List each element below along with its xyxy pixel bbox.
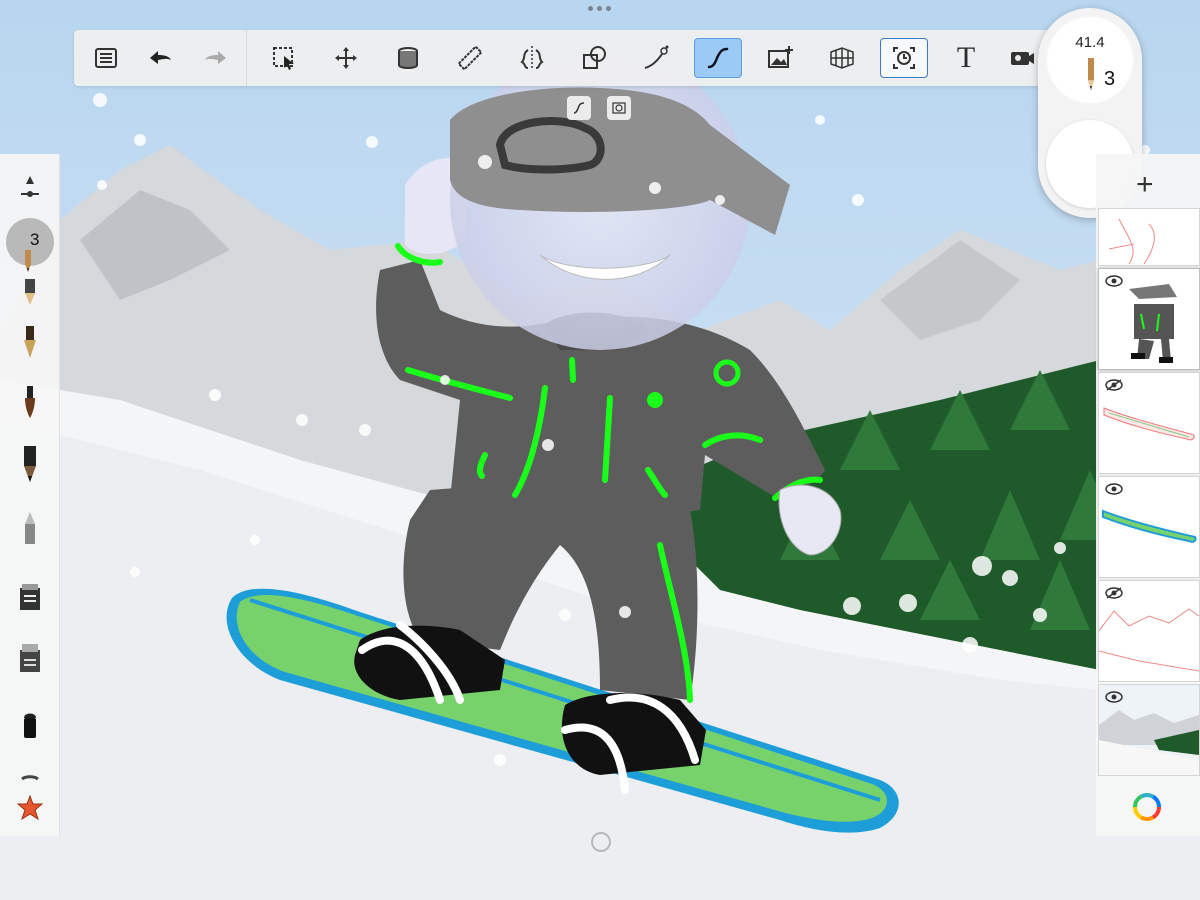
selection-icon [273, 47, 294, 70]
eye-hidden-icon[interactable] [1105, 379, 1123, 391]
brush-settings-puck[interactable]: 41.4 3 [1046, 16, 1134, 104]
menu-icon [95, 48, 117, 68]
redo-icon [205, 51, 226, 64]
size-adjust-icon [21, 176, 39, 197]
brush-marker[interactable] [10, 444, 50, 484]
blender-icon [20, 584, 40, 610]
opacity-value: 41.4 [1075, 34, 1105, 51]
layer-mountain-lines[interactable] [1098, 580, 1200, 682]
selection-button[interactable] [260, 38, 308, 78]
canvas-center-indicator [591, 832, 611, 852]
eye-icon[interactable] [1105, 691, 1123, 703]
smudge-icon [21, 775, 39, 781]
transform-icon [335, 47, 357, 69]
stroke-settings-icon [612, 102, 626, 114]
current-brush-size-value: 3 [30, 230, 40, 249]
stroke-button[interactable] [632, 38, 680, 78]
predictive-stroke-icon [573, 102, 585, 114]
brush-blender[interactable] [10, 576, 50, 616]
stroke-options [567, 94, 635, 122]
marker-icon [24, 446, 36, 482]
add-image-icon [768, 46, 793, 68]
time-lapse-button[interactable] [880, 38, 928, 78]
stroke-settings-option[interactable] [607, 96, 631, 120]
predictive-stroke-option[interactable] [567, 96, 591, 120]
layer-board-outline[interactable] [1098, 372, 1200, 474]
transform-button[interactable] [322, 38, 370, 78]
star-icon [17, 795, 43, 821]
brush-paintbrush[interactable] [10, 382, 50, 422]
predictive-stroke-button[interactable] [694, 38, 742, 78]
layer-character[interactable] [1098, 268, 1200, 370]
paintbrush-icon [25, 386, 35, 418]
zipper-pull [647, 392, 663, 408]
fill-button[interactable] [384, 38, 432, 78]
layer-board-color[interactable] [1098, 476, 1200, 578]
brush-pencil[interactable] [10, 272, 50, 312]
perspective-button[interactable] [818, 38, 866, 78]
stroke-icon [644, 45, 669, 69]
brush-size-value: 3 [1104, 68, 1116, 90]
toolbar-grabber[interactable] [588, 6, 614, 16]
symmetry-icon [520, 46, 544, 70]
symmetry-button[interactable] [508, 38, 556, 78]
shapes-icon [583, 46, 606, 69]
ink-pen-icon [24, 326, 36, 358]
main-toolbar: T [74, 30, 1050, 86]
text-icon: T [956, 41, 976, 74]
pencil-icon [1088, 58, 1094, 90]
pencil-icon [25, 250, 31, 272]
airbrush-icon [25, 512, 35, 544]
perspective-icon [830, 47, 854, 69]
eye-icon[interactable] [1105, 275, 1123, 287]
undo-icon [150, 51, 171, 64]
chisel-icon [24, 713, 36, 738]
menu-button[interactable] [82, 38, 130, 78]
brush-chisel[interactable] [10, 704, 50, 744]
ruler-button[interactable] [446, 38, 494, 78]
layer-background[interactable] [1098, 684, 1200, 776]
layer-thumbnail [1108, 218, 1155, 265]
eye-hidden-icon[interactable] [1105, 587, 1123, 599]
camera-icon [1011, 52, 1034, 65]
time-lapse-icon [893, 47, 915, 69]
ruler-icon [457, 45, 483, 71]
drawing-canvas[interactable] [0, 0, 1200, 900]
brush-eraser[interactable] [10, 638, 50, 678]
eraser-icon [20, 644, 40, 672]
add-image-button[interactable] [756, 38, 804, 78]
layer-sketch[interactable] [1098, 208, 1200, 266]
predictive-stroke-icon [707, 47, 729, 69]
redo-button[interactable] [192, 38, 240, 78]
eye-icon[interactable] [1105, 483, 1123, 495]
text-button[interactable]: T [942, 38, 990, 78]
favorite-brushes[interactable] [10, 788, 50, 828]
fill-icon [398, 47, 418, 69]
brush-ink-pen[interactable] [10, 322, 50, 362]
brush-airbrush[interactable] [10, 508, 50, 548]
brush-size-slider[interactable] [10, 168, 50, 208]
add-layer-button[interactable]: + [1136, 168, 1154, 202]
color-wheel-icon[interactable] [1130, 790, 1164, 824]
brush-palette: 3 [0, 154, 60, 836]
shapes-button[interactable] [570, 38, 618, 78]
pencil-icon [25, 279, 35, 305]
undo-button[interactable] [136, 38, 184, 78]
